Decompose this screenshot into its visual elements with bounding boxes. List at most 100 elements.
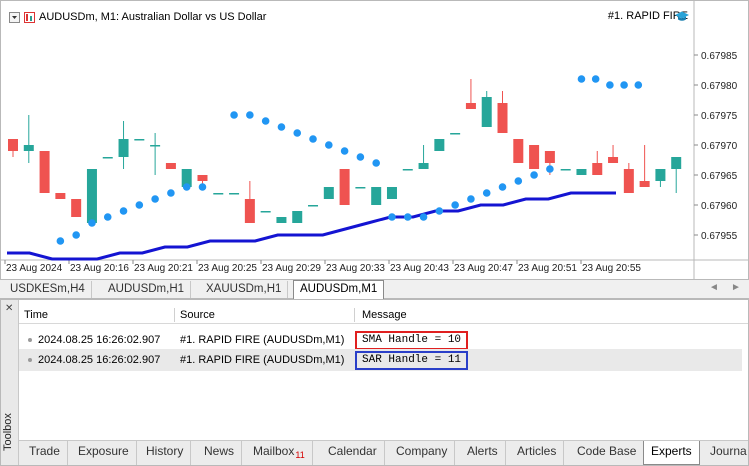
sar-dot (435, 207, 444, 215)
candle-body (544, 151, 555, 163)
sar-dot (119, 207, 128, 215)
sar-dot (340, 147, 349, 155)
candle-body (229, 193, 240, 195)
candle-body (244, 199, 255, 223)
tab-news[interactable]: News (197, 441, 243, 465)
candle-body (323, 187, 334, 199)
column-divider[interactable] (174, 308, 175, 322)
price-chart[interactable]: 0.67985 0.67980 0.67975 0.67970 0.67965 0.679… (0, 0, 749, 280)
column-time[interactable]: Time (24, 309, 48, 321)
tab-calendar[interactable]: Calendar (321, 441, 385, 465)
tab-alerts[interactable]: Alerts (460, 441, 506, 465)
time-tick-label: 23 Aug 20:29 (262, 263, 321, 274)
candle-body (386, 187, 397, 199)
sar-dot (514, 177, 523, 185)
price-tick-label: 0.67980 (701, 81, 738, 92)
log-header: Time Source Message (19, 306, 748, 324)
sar-dot (577, 75, 586, 83)
chart-tab-audusdm-m1[interactable]: AUDUSDm,M1 (293, 280, 385, 299)
time-tick-label: 23 Aug 20:47 (454, 263, 513, 274)
price-tick-label: 0.67975 (701, 111, 738, 122)
price-tick-label: 0.67960 (701, 201, 738, 212)
sar-dot (325, 141, 333, 149)
tab-history[interactable]: History (139, 441, 192, 465)
candle-body (150, 145, 161, 147)
time-tick-label: 23 Aug 20:33 (326, 263, 385, 274)
chart-header: AUDUSDm, M1: Australian Dollar vs US Dol… (9, 9, 266, 25)
candle-body (213, 193, 224, 195)
toolbox-label: Toolbox (2, 413, 14, 451)
candle-body (434, 139, 445, 151)
candle-body (308, 205, 319, 207)
sma-line (7, 191, 616, 261)
price-tick-label: 0.67955 (701, 231, 738, 242)
time-tick-label: 23 Aug 2024 (6, 263, 63, 274)
bullet-icon (28, 358, 32, 362)
sar-dot (620, 81, 628, 89)
log-time: 2024.08.25 16:26:02.907 (38, 354, 161, 366)
sar-dot (372, 159, 380, 167)
candle-body (276, 217, 287, 223)
candle-body (260, 211, 271, 213)
log-source: #1. RAPID FIRE (AUDUSDm,M1) (180, 354, 345, 366)
chart-tab-audusdm-h1[interactable]: AUDUSDm,H1 (102, 281, 192, 298)
toolbox-tab-bar: Trade Exposure History News Mailbox11 Ca… (19, 440, 748, 465)
log-row[interactable]: 2024.08.25 16:26:02.907 #1. RAPID FIRE (… (19, 349, 742, 371)
time-tick-label: 23 Aug 20:51 (518, 263, 577, 274)
sar-dot (88, 219, 96, 227)
sar-dot (419, 213, 428, 221)
chart-tab-bar: USDKESm,H4 AUDUSDm,H1 XAUUSDm,H1 AUDUSDm… (0, 280, 749, 299)
sar-dot (388, 213, 396, 221)
sar-dot (530, 171, 538, 179)
tab-experts[interactable]: Experts (643, 441, 700, 465)
tab-mailbox[interactable]: Mailbox11 (246, 441, 313, 465)
candle-body (655, 169, 666, 181)
sar-dot (261, 117, 270, 125)
sar-dot (167, 189, 175, 197)
close-icon[interactable]: ✕ (5, 303, 13, 314)
tab-trade[interactable]: Trade (22, 441, 68, 465)
scroll-left-icon[interactable]: ◄ (709, 282, 719, 293)
expert-advisor-hat-icon[interactable] (674, 10, 690, 22)
sar-dot (546, 165, 554, 173)
tab-articles[interactable]: Articles (510, 441, 565, 465)
candle-body (55, 193, 66, 199)
candle-body (576, 169, 587, 175)
time-tick-label: 23 Aug 20:21 (134, 263, 193, 274)
scroll-right-icon[interactable]: ► (731, 282, 741, 293)
bullet-icon (28, 338, 32, 342)
time-tick-label: 23 Aug 20:55 (582, 263, 641, 274)
sar-dot (356, 153, 365, 161)
sar-dot (182, 183, 191, 191)
candle-body (465, 103, 476, 109)
column-source[interactable]: Source (180, 309, 215, 321)
candle-body (23, 145, 34, 151)
candle-body (339, 169, 350, 205)
sar-dot (403, 213, 412, 221)
candle-body (102, 157, 113, 159)
dropdown-arrow-icon[interactable] (9, 11, 20, 23)
log-time: 2024.08.25 16:26:02.907 (38, 334, 161, 346)
candle-body (671, 157, 682, 169)
depth-of-market-icon[interactable] (24, 11, 35, 23)
sar-dot (467, 195, 475, 203)
tab-journal[interactable]: Journa (703, 441, 749, 465)
candle-body (165, 163, 176, 169)
sar-dot (103, 213, 112, 221)
tab-exposure[interactable]: Exposure (71, 441, 137, 465)
column-divider[interactable] (354, 308, 355, 322)
tab-code-base[interactable]: Code Base (570, 441, 645, 465)
sar-dot (606, 81, 614, 89)
chart-tab-xauusdm-h1[interactable]: XAUUSDm,H1 (200, 281, 289, 298)
candle-body (481, 97, 492, 127)
candle-body (418, 163, 429, 169)
log-row[interactable]: 2024.08.25 16:26:02.907 #1. RAPID FIRE (… (19, 329, 742, 351)
sar-dot (498, 183, 507, 191)
chart-tab-usdkesm-h4[interactable]: USDKESm,H4 (4, 281, 92, 298)
tab-company[interactable]: Company (389, 441, 456, 465)
log-message: SMA Handle = 10 (355, 331, 469, 350)
candle-body (8, 139, 18, 151)
log-source: #1. RAPID FIRE (AUDUSDm,M1) (180, 334, 345, 346)
column-message[interactable]: Message (362, 309, 407, 321)
symbol-info: AUDUSDm, M1: Australian Dollar vs US Dol… (39, 11, 267, 23)
